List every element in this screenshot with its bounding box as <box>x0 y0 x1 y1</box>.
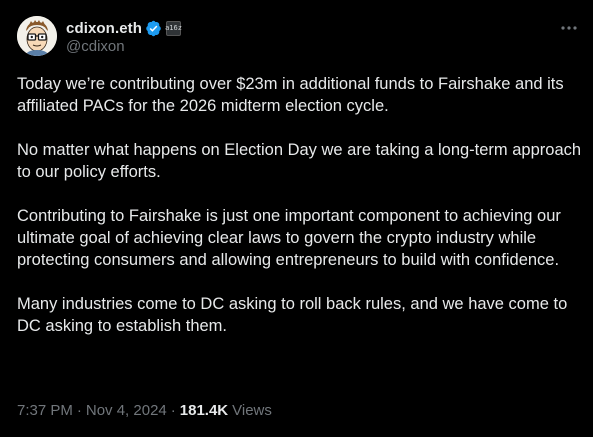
views-label: Views <box>232 402 272 419</box>
more-horizontal-icon[interactable] <box>559 20 579 36</box>
meta-separator: · <box>170 402 176 419</box>
meta-separator: · <box>76 402 82 419</box>
cartoon-face-with-glasses-avatar-icon <box>17 16 57 56</box>
author-name-row: cdixon.eth a16z <box>66 18 182 38</box>
tweet-body: Today we’re contributing over $23m in ad… <box>17 73 583 337</box>
tweet-paragraph: Today we’re contributing over $23m in ad… <box>17 75 564 115</box>
tweet-card: cdixon.eth a16z @cdixon Today we’re cont… <box>0 0 593 437</box>
tweet-time[interactable]: 7:37 PM <box>17 402 73 419</box>
author-display-name[interactable]: cdixon.eth <box>66 20 142 37</box>
tweet-paragraph: Contributing to Fairshake is just one im… <box>17 207 561 269</box>
avatar[interactable] <box>17 16 57 56</box>
tweet-meta: 7:37 PM · Nov 4, 2024 · 181.4K Views <box>17 402 272 419</box>
tweet-paragraph: Many industries come to DC asking to rol… <box>17 295 568 335</box>
affiliate-badge-icon[interactable]: a16z <box>165 20 182 36</box>
views-count: 181.4K <box>179 402 229 419</box>
tweet-paragraph: No matter what happens on Election Day w… <box>17 141 582 181</box>
verified-badge-icon[interactable] <box>145 20 162 37</box>
tweet-date[interactable]: Nov 4, 2024 <box>86 402 167 419</box>
author-handle[interactable]: @cdixon <box>66 38 125 55</box>
